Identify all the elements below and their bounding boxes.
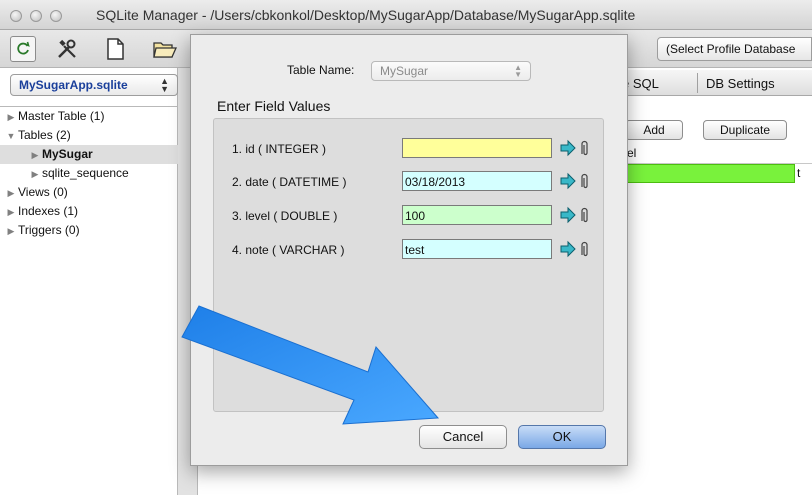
tree-item-tables[interactable]: ▼ Tables (2) (0, 126, 178, 145)
field-label-id: 1. id ( INTEGER ) (232, 142, 327, 156)
expand-triangle-icon[interactable]: ▶ (28, 146, 42, 165)
expand-triangle-icon[interactable]: ▶ (4, 108, 18, 127)
table-cell[interactable]: t (797, 166, 800, 180)
tree-item-master-table[interactable]: ▶ Master Table (1) (0, 107, 178, 126)
field-actions-level (560, 206, 590, 224)
paperclip-icon[interactable] (581, 207, 588, 223)
field-values-box: 1. id ( INTEGER ) 2. date ( DATETIME ) 0… (213, 118, 604, 412)
column-header[interactable]: el (625, 146, 812, 164)
paperclip-icon[interactable] (581, 241, 588, 257)
paperclip-icon[interactable] (581, 173, 588, 189)
open-database-icon (153, 42, 178, 58)
arrow-right-icon[interactable] (560, 139, 576, 157)
refresh-button[interactable] (10, 36, 36, 62)
minimize-window-button[interactable] (30, 10, 42, 22)
tools-button[interactable] (52, 34, 82, 64)
arrow-right-icon[interactable] (560, 172, 576, 190)
collapse-triangle-icon[interactable]: ▼ (4, 127, 18, 146)
section-title: Enter Field Values (217, 98, 331, 114)
paperclip-icon[interactable] (581, 140, 588, 156)
field-input-id[interactable] (402, 138, 552, 158)
ok-button[interactable]: OK (518, 425, 606, 449)
insert-record-dialog: Table Name: MySugar ▲ ▼ Enter Field Value… (190, 34, 628, 466)
field-input-date[interactable] (402, 171, 552, 191)
arrow-right-icon[interactable] (560, 240, 576, 258)
tree-item-mysugar[interactable]: ▶ MySugar (0, 145, 178, 164)
tree-item-sqlite-sequence[interactable]: ▶ sqlite_sequence (0, 164, 178, 183)
table-name-select[interactable]: MySugar ▲ ▼ (371, 61, 531, 81)
zoom-window-button[interactable] (50, 10, 62, 22)
duplicate-record-button[interactable]: Duplicate (703, 120, 787, 140)
field-label-date: 2. date ( DATETIME ) (232, 175, 347, 189)
expand-triangle-icon[interactable]: ▶ (28, 165, 42, 184)
window-title: SQLite Manager - /Users/cbkonkol/Desktop… (96, 7, 636, 23)
database-select-label: MySugarApp.sqlite (19, 78, 128, 92)
refresh-icon (17, 41, 30, 55)
sidebar: MySugarApp.sqlite ▲ ▼ ▶ Master Table (1) ▼… (0, 68, 178, 495)
expand-triangle-icon[interactable]: ▶ (4, 222, 18, 241)
window-titlebar: SQLite Manager - /Users/cbkonkol/Desktop… (0, 0, 812, 30)
field-actions-id (560, 139, 590, 157)
add-record-button[interactable]: Add (625, 120, 683, 140)
field-label-note: 4. note ( VARCHAR ) (232, 243, 345, 257)
cancel-button[interactable]: Cancel (419, 425, 507, 449)
tab-separator (697, 73, 698, 93)
field-actions-note (560, 240, 590, 258)
expand-triangle-icon[interactable]: ▶ (4, 184, 18, 203)
select-arrows-icon: ▲ ▼ (160, 76, 169, 94)
tab-db-settings[interactable]: DB Settings (706, 76, 775, 91)
tools-icon (58, 39, 76, 58)
expand-triangle-icon[interactable]: ▶ (4, 203, 18, 222)
field-input-level[interactable] (402, 205, 552, 225)
tree-item-indexes[interactable]: ▶ Indexes (1) (0, 202, 178, 221)
database-select[interactable]: MySugarApp.sqlite ▲ ▼ (10, 74, 178, 96)
tree-item-views[interactable]: ▶ Views (0) (0, 183, 178, 202)
select-arrows-icon: ▲ ▼ (514, 63, 522, 79)
field-actions-date (560, 172, 590, 190)
main-tabbar: e SQL DB Settings (620, 70, 812, 96)
arrow-right-icon[interactable] (560, 206, 576, 224)
new-database-icon (107, 38, 124, 60)
close-window-button[interactable] (10, 10, 22, 22)
table-name-value: MySugar (380, 64, 429, 78)
schema-tree: ▶ Master Table (1) ▼ Tables (2) ▶ MySugar ▶… (0, 106, 178, 240)
selected-cell[interactable] (625, 164, 795, 183)
field-input-note[interactable] (402, 239, 552, 259)
open-database-button[interactable] (150, 34, 180, 64)
new-database-button[interactable] (100, 34, 130, 64)
table-name-label: Table Name: (287, 63, 355, 77)
field-label-level: 3. level ( DOUBLE ) (232, 209, 338, 223)
profile-database-select[interactable]: (Select Profile Database (657, 37, 812, 61)
tree-item-triggers[interactable]: ▶ Triggers (0) (0, 221, 178, 240)
